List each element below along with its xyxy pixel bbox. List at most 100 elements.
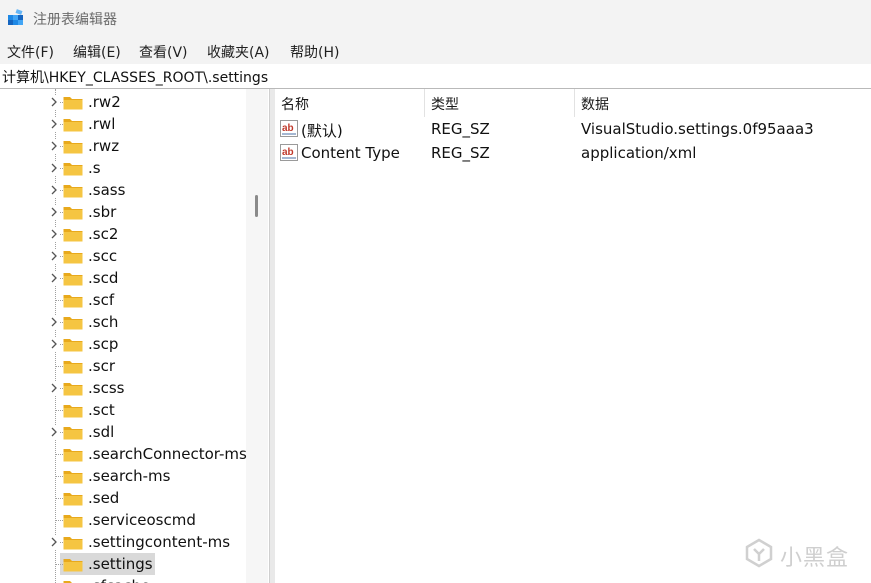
tree-branch-line xyxy=(56,454,63,455)
address-path[interactable]: 计算机\HKEY_CLASSES_ROOT\.settings xyxy=(2,67,268,87)
expand-chevron-icon[interactable] xyxy=(48,381,60,395)
folder-icon xyxy=(63,141,83,154)
folder-icon xyxy=(63,559,83,572)
tree-item[interactable]: .rw2 xyxy=(0,91,246,113)
expand-chevron-icon[interactable] xyxy=(48,227,60,241)
folder-icon xyxy=(63,537,83,550)
tree-branch-line xyxy=(56,564,63,565)
menu-bar: 文件(F) 编辑(E) 查看(V) 收藏夹(A) 帮助(H) xyxy=(0,38,871,64)
tree-item[interactable]: .scp xyxy=(0,333,246,355)
expand-chevron-icon[interactable] xyxy=(48,535,60,549)
svg-text:ab: ab xyxy=(282,123,294,134)
column-divider[interactable] xyxy=(574,89,575,117)
expand-chevron-icon[interactable] xyxy=(48,337,60,351)
tree-item[interactable]: .settingcontent-ms xyxy=(0,531,246,553)
tree-item-label: .serviceoscmd xyxy=(88,511,196,529)
tree-item[interactable]: .scss xyxy=(0,377,246,399)
tree-item[interactable]: .scc xyxy=(0,245,246,267)
folder-icon xyxy=(63,493,83,506)
tree-item[interactable]: .sass xyxy=(0,179,246,201)
tree-item[interactable]: .rwz xyxy=(0,135,246,157)
tree-item[interactable]: .sdl xyxy=(0,421,246,443)
string-value-icon: ab xyxy=(280,120,298,137)
watermark: 小黑盒 xyxy=(744,536,862,571)
tree-item-label: .sed xyxy=(88,489,120,507)
address-bar[interactable]: 计算机\HKEY_CLASSES_ROOT\.settings xyxy=(0,64,871,89)
folder-icon xyxy=(63,295,83,308)
tree-item-label: .sfcache xyxy=(88,577,150,583)
watermark-text: 小黑盒 xyxy=(780,546,850,571)
tree-branch-line xyxy=(56,520,63,521)
registry-editor-icon xyxy=(8,9,23,25)
value-type: REG_SZ xyxy=(431,120,490,138)
tree-item[interactable]: .searchConnector-ms xyxy=(0,443,247,465)
tree-item[interactable]: .sct xyxy=(0,399,246,421)
tree-item-label: .sass xyxy=(88,181,126,199)
tree-item-label: .scf xyxy=(88,291,115,309)
folder-icon xyxy=(63,229,83,242)
tree-branch-line xyxy=(56,410,63,411)
tree-scroll-thumb[interactable] xyxy=(255,195,258,217)
tree-item[interactable]: .search-ms xyxy=(0,465,246,487)
folder-icon xyxy=(63,339,83,352)
tree-scrollbar[interactable] xyxy=(246,89,268,583)
expand-chevron-icon[interactable] xyxy=(48,139,60,153)
tree-item[interactable]: .sc2 xyxy=(0,223,246,245)
tree-item[interactable]: .scr xyxy=(0,355,246,377)
tree-item-label: .scd xyxy=(88,269,119,287)
value-name: Content Type xyxy=(301,144,400,162)
tree-item[interactable]: .settings xyxy=(0,553,246,575)
tree-item-label: .sbr xyxy=(88,203,117,221)
tree-item[interactable]: .scd xyxy=(0,267,246,289)
tree-item[interactable]: .serviceoscmd xyxy=(0,509,246,531)
tree-item[interactable]: .rwl xyxy=(0,113,246,135)
tree-item[interactable]: .s xyxy=(0,157,246,179)
tree-item-label: .scr xyxy=(88,357,115,375)
menu-help[interactable]: 帮助(H) xyxy=(290,42,339,62)
value-row[interactable]: ab Content Type REG_SZ application/xml xyxy=(275,141,871,165)
value-data: application/xml xyxy=(581,144,697,162)
tree-item-label: .settings xyxy=(88,555,153,573)
tree-item[interactable]: .sed xyxy=(0,487,246,509)
menu-file[interactable]: 文件(F) xyxy=(7,42,54,62)
menu-view[interactable]: 查看(V) xyxy=(139,42,188,62)
values-pane[interactable]: 名称 类型 数据 ab (默认) REG_SZ VisualStudio.set… xyxy=(275,89,871,583)
tree-item[interactable]: .sbr xyxy=(0,201,246,223)
tree-item-label: .scss xyxy=(88,379,125,397)
expand-chevron-icon[interactable] xyxy=(48,205,60,219)
tree-branch-line xyxy=(56,498,63,499)
tree-branch-line xyxy=(56,476,63,477)
expand-chevron-icon[interactable] xyxy=(48,425,60,439)
folder-icon xyxy=(63,185,83,198)
tree-item-label: .sct xyxy=(88,401,115,419)
tree-item[interactable]: .scf xyxy=(0,289,246,311)
column-divider[interactable] xyxy=(424,89,425,117)
menu-edit[interactable]: 编辑(E) xyxy=(73,42,121,62)
column-header-type[interactable]: 类型 xyxy=(431,94,459,114)
key-tree-pane[interactable]: .rw2 .rwl .rwz .s .sass .sbr .sc2 .scc .scd .scf.… xyxy=(0,89,269,583)
tree-item-label: .searchConnector-ms xyxy=(88,445,247,463)
expand-chevron-icon[interactable] xyxy=(48,95,60,109)
title-bar: 注册表编辑器 xyxy=(0,0,871,38)
menu-favorites[interactable]: 收藏夹(A) xyxy=(207,42,270,62)
value-row[interactable]: ab (默认) REG_SZ VisualStudio.settings.0f9… xyxy=(275,117,871,141)
value-name: (默认) xyxy=(301,122,343,140)
expand-chevron-icon[interactable] xyxy=(48,249,60,263)
expand-chevron-icon[interactable] xyxy=(48,271,60,285)
svg-text:ab: ab xyxy=(282,147,294,158)
folder-icon xyxy=(63,207,83,220)
folder-icon xyxy=(63,405,83,418)
expand-chevron-icon[interactable] xyxy=(48,117,60,131)
folder-icon xyxy=(63,119,83,132)
tree-item[interactable]: .sfcache xyxy=(0,575,246,583)
column-header-data[interactable]: 数据 xyxy=(581,94,609,114)
tree-item[interactable]: .sch xyxy=(0,311,246,333)
tree-item-label: .settingcontent-ms xyxy=(88,533,231,551)
expand-chevron-icon[interactable] xyxy=(48,315,60,329)
folder-icon xyxy=(63,515,83,528)
tree-item-label: .rwl xyxy=(88,115,116,133)
expand-chevron-icon[interactable] xyxy=(48,183,60,197)
folder-icon xyxy=(63,383,83,396)
expand-chevron-icon[interactable] xyxy=(48,161,60,175)
column-header-name[interactable]: 名称 xyxy=(281,94,309,114)
